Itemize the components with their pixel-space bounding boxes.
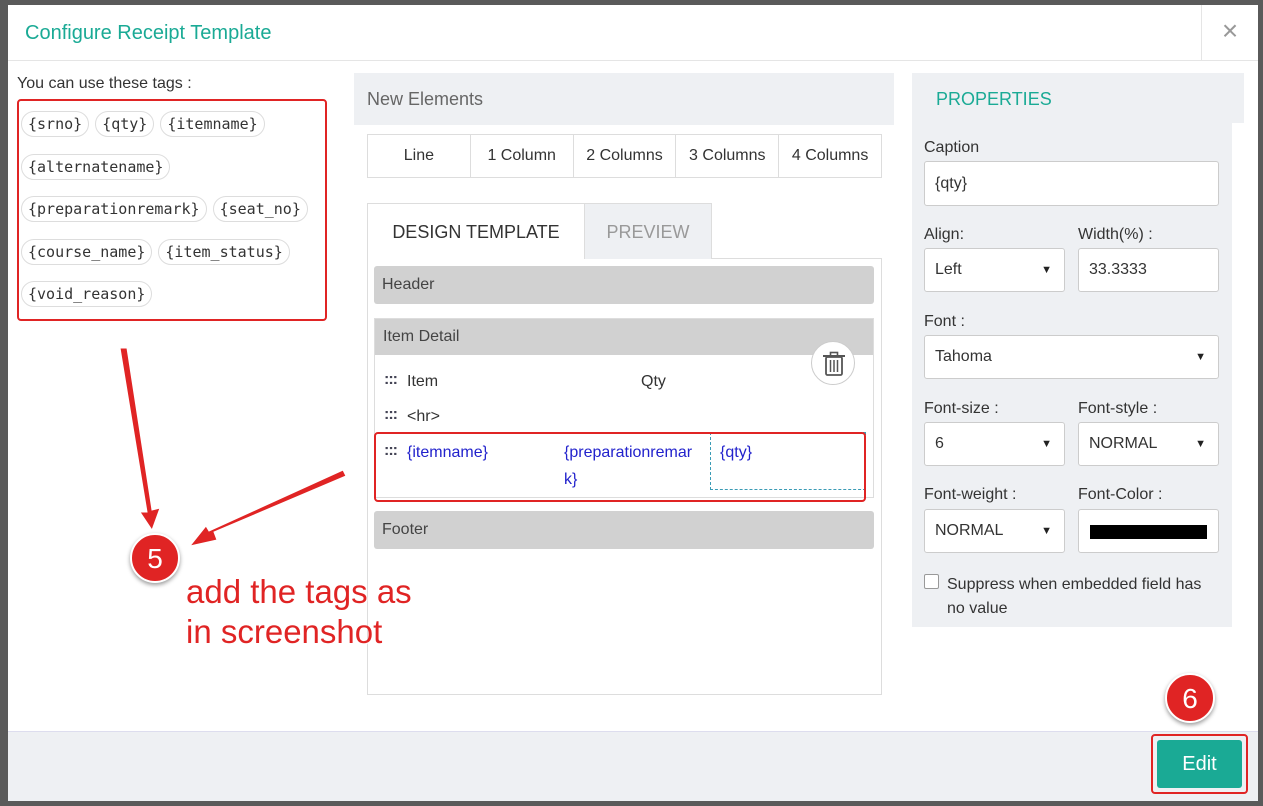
caption-value: {qty} [935,174,968,192]
fontstyle-value: NORMAL [1089,435,1158,452]
fontweight-label: Font-weight : [924,486,1017,503]
row-hr: <hr> [407,408,440,425]
annotation-highlight-row [374,432,866,502]
edit-button-highlight: Edit [1151,734,1248,794]
caret-down-icon: ▼ [1041,438,1052,450]
fontsize-label: Font-size : [924,400,999,417]
tag-void-reason[interactable]: {void_reason} [21,281,153,307]
new-elements-toolbar: Line 1 Column 2 Columns 3 Columns 4 Colu… [367,134,882,178]
modal-title: Configure Receipt Template [25,22,272,44]
tab-preview[interactable]: PREVIEW [584,203,712,259]
suppress-checkbox[interactable] [924,574,939,589]
four-columns-button[interactable]: 4 Columns [779,135,881,177]
caret-down-icon: ▼ [1041,264,1052,276]
footer-section[interactable]: Footer [374,511,874,549]
trash-icon [823,351,845,376]
fontstyle-select[interactable]: NORMAL ▼ [1078,422,1219,466]
caption-input[interactable]: {qty} [924,161,1219,206]
tag-srno[interactable]: {srno} [21,111,90,137]
tag-item-status[interactable]: {item_status} [158,238,290,265]
annotation-text: add the tags as in screenshot [186,572,412,652]
fontweight-value: NORMAL [935,522,1004,539]
width-label: Width(%) : [1078,226,1153,243]
new-elements-header: New Elements [354,73,894,125]
header-section[interactable]: Header [374,266,874,304]
tag-preparationremark[interactable]: {preparationremark} [21,196,207,222]
one-column-button[interactable]: 1 Column [471,135,574,177]
annotation-line-1: add the tags as [186,573,412,610]
caret-down-icon: ▼ [1195,438,1206,450]
fontsize-value: 6 [935,435,944,452]
tab-design-template[interactable]: DESIGN TEMPLATE [367,203,585,259]
drag-handle-icon[interactable]: ::: [384,406,398,424]
item-detail-title: Item Detail [375,319,873,355]
modal-header: Configure Receipt Template × [8,5,1258,61]
tag-seat-no[interactable]: {seat_no} [212,196,308,222]
align-label: Align: [924,226,965,243]
tag-itemname[interactable]: {itemname} [160,111,265,137]
step-5-badge: 5 [130,533,180,583]
tag-row: {preparationremark} {seat_no} [21,196,325,239]
fontstyle-label: Font-style : [1078,400,1158,417]
properties-title: PROPERTIES [912,73,1244,123]
font-select[interactable]: Tahoma ▼ [924,335,1219,379]
tag-course-name[interactable]: {course_name} [21,238,153,265]
row-qty-label: Qty [641,373,666,390]
tag-qty[interactable]: {qty} [95,111,155,137]
caption-label: Caption [924,139,980,156]
line-element-button[interactable]: Line [368,135,471,177]
font-value: Tahoma [935,348,992,365]
three-columns-button[interactable]: 3 Columns [676,135,780,177]
drag-handle-icon[interactable]: ::: [384,371,398,389]
font-label: Font : [924,313,965,330]
width-input[interactable]: 33.3333 [1078,248,1219,292]
fontsize-select[interactable]: 6 ▼ [924,422,1065,466]
align-value: Left [935,261,962,278]
tag-row: {course_name} {item_status} [21,238,325,282]
step-6-badge: 6 [1165,673,1215,723]
fontweight-select[interactable]: NORMAL ▼ [924,509,1065,553]
caret-down-icon: ▼ [1041,525,1052,537]
caret-down-icon: ▼ [1195,351,1206,363]
two-columns-button[interactable]: 2 Columns [574,135,677,177]
tags-list: {srno} {qty} {itemname} {alternatename} {p… [17,99,327,321]
tag-alternatename[interactable]: {alternatename} [21,153,171,180]
annotation-line-2: in screenshot [186,613,383,650]
align-select[interactable]: Left ▼ [924,248,1065,292]
fontcolor-label: Font-Color : [1078,486,1163,503]
edit-button[interactable]: Edit [1157,740,1242,788]
width-value: 33.3333 [1089,261,1147,278]
tag-row: {void_reason} [21,281,325,324]
modal-footer [8,731,1258,801]
fontcolor-picker[interactable] [1078,509,1219,553]
tag-row: {alternatename} [21,153,325,197]
row-item-label: Item [407,373,439,390]
delete-section-button[interactable] [811,341,855,385]
color-swatch [1090,525,1207,539]
close-button[interactable]: × [1201,5,1258,61]
tag-row: {srno} {qty} {itemname} [21,111,325,154]
suppress-label: Suppress when embedded field has no valu… [947,576,1202,617]
tags-label: You can use these tags : [17,75,192,92]
